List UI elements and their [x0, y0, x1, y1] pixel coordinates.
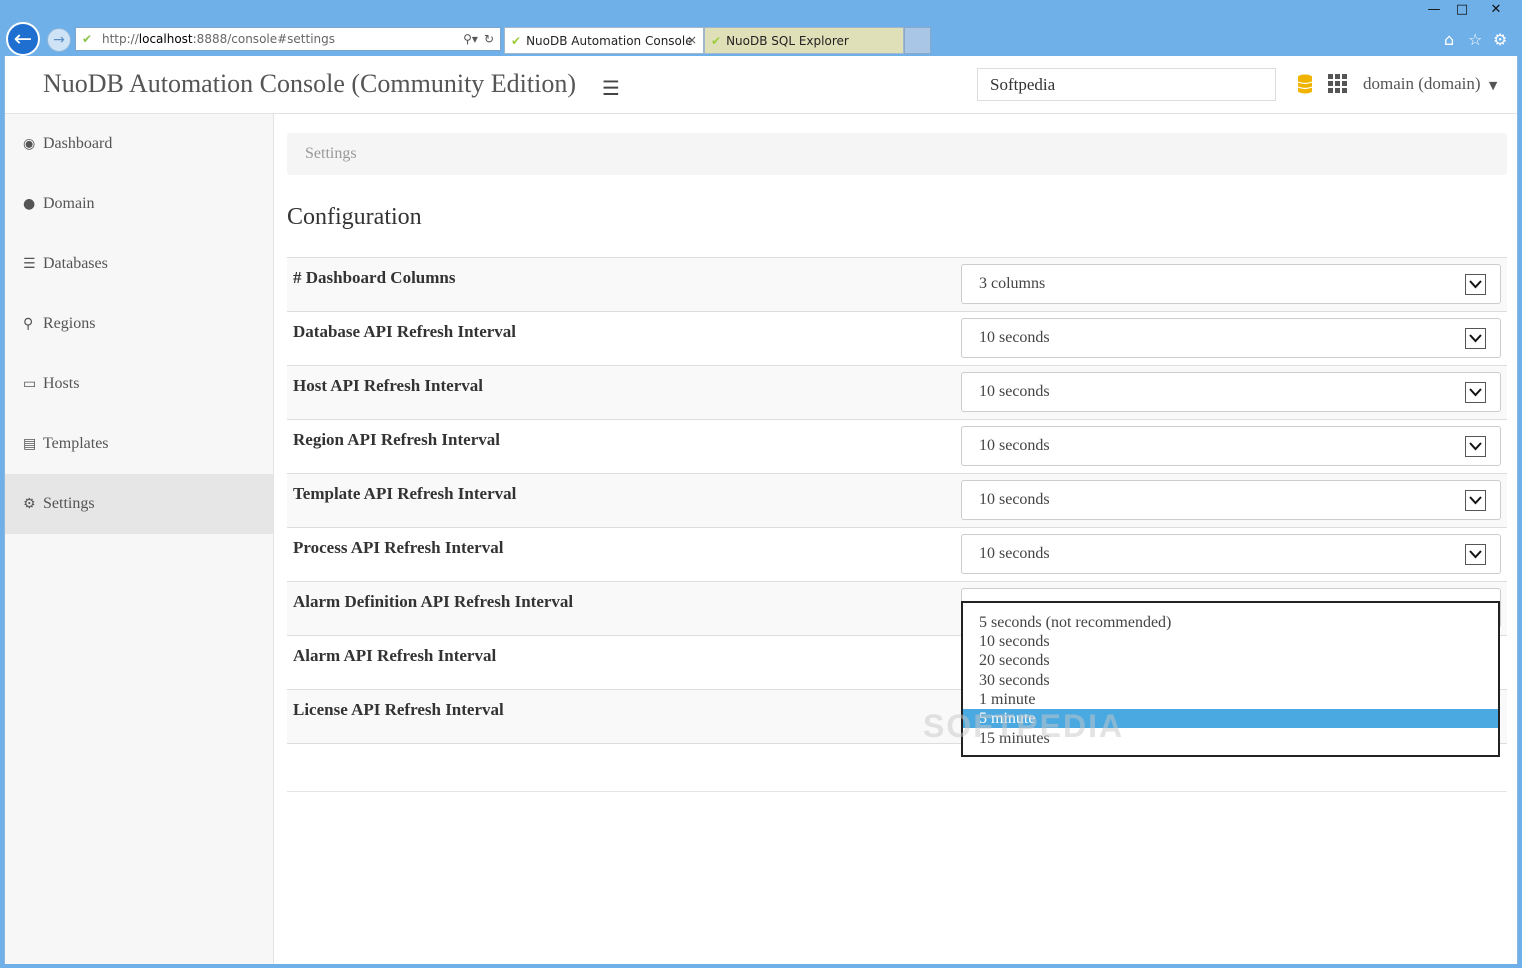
- sidebar-item-hosts[interactable]: ▭ Hosts: [5, 354, 273, 414]
- caret-down-icon: ▼: [1488, 79, 1498, 92]
- row-label: # Dashboard Columns: [293, 268, 456, 287]
- apps-grid-icon[interactable]: [1328, 74, 1348, 94]
- dropdown-option[interactable]: 20 seconds: [963, 651, 1498, 670]
- minimize-icon[interactable]: —: [1420, 2, 1448, 17]
- tab-automation-console[interactable]: ✔ NuoDB Automation Console ×: [504, 27, 704, 54]
- address-bar[interactable]: ✔ http://localhost:8888/console#settings…: [75, 27, 501, 51]
- row-label: Database API Refresh Interval: [293, 322, 517, 341]
- select-value: 10 seconds: [979, 491, 1050, 508]
- chevron-down-icon[interactable]: [1465, 436, 1486, 457]
- sidebar-item-label: Domain: [43, 195, 95, 212]
- row-label: Region API Refresh Interval: [293, 430, 500, 449]
- monitor-icon: ▭: [23, 376, 37, 392]
- sidebar-item-label: Hosts: [43, 375, 80, 392]
- sidebar-item-label: Regions: [43, 315, 96, 332]
- sidebar-item-label: Databases: [43, 255, 108, 272]
- top-navbar: NuoDB Automation Console (Community Edit…: [5, 56, 1517, 114]
- dropdown-option[interactable]: 1 minute: [963, 690, 1498, 709]
- sidebar: ◉ Dashboard ● Domain ☰ Databases ⚲ Regio…: [5, 114, 274, 964]
- dropdown-option[interactable]: 15 minutes: [963, 729, 1498, 748]
- table-row: Process API Refresh Interval 10 seconds: [287, 528, 1507, 582]
- sidebar-item-databases[interactable]: ☰ Databases: [5, 234, 273, 294]
- database-icon: ☰: [23, 256, 36, 272]
- new-tab-button[interactable]: [904, 27, 931, 54]
- dashboard-icon: ◉: [23, 136, 36, 152]
- domain-search-input[interactable]: [977, 68, 1276, 101]
- tab-close-icon[interactable]: ×: [687, 33, 697, 47]
- tab-title: NuoDB Automation Console: [526, 33, 693, 48]
- divider: [287, 791, 1507, 792]
- refresh-icon[interactable]: ↻: [484, 32, 494, 46]
- tab-favicon-icon: ✔: [711, 33, 722, 48]
- row-label: Host API Refresh Interval: [293, 376, 483, 395]
- chevron-down-icon[interactable]: [1465, 274, 1486, 295]
- dashboard-columns-select[interactable]: 3 columns: [961, 264, 1501, 304]
- sidebar-item-regions[interactable]: ⚲ Regions: [5, 294, 273, 354]
- select-value: 10 seconds: [979, 545, 1050, 562]
- database-refresh-select[interactable]: 10 seconds: [961, 318, 1501, 358]
- maximize-icon[interactable]: □: [1448, 2, 1476, 17]
- dropdown-option[interactable]: 10 seconds: [963, 632, 1498, 651]
- dropdown-option[interactable]: 5 seconds (not recommended): [963, 613, 1498, 632]
- gear-icon[interactable]: ⚙: [1493, 30, 1507, 49]
- refresh-interval-dropdown-list[interactable]: 5 seconds (not recommended) 10 seconds 2…: [961, 601, 1500, 757]
- chevron-down-icon[interactable]: [1465, 382, 1486, 403]
- browser-chrome: ← → ✔ http://localhost:8888/console#sett…: [0, 0, 1522, 56]
- select-value: 10 seconds: [979, 383, 1050, 400]
- dropdown-option[interactable]: 30 seconds: [963, 671, 1498, 690]
- star-icon[interactable]: ☆: [1468, 30, 1482, 49]
- back-arrow-icon[interactable]: ←: [6, 22, 40, 56]
- tab-sql-explorer[interactable]: ✔ NuoDB SQL Explorer: [704, 27, 904, 54]
- close-window-icon[interactable]: ✕: [1482, 2, 1510, 17]
- address-url[interactable]: http://localhost:8888/console#settings: [102, 32, 463, 46]
- chevron-down-icon[interactable]: [1465, 544, 1486, 565]
- table-row: Region API Refresh Interval 10 seconds: [287, 420, 1507, 474]
- table-row: # Dashboard Columns 3 columns: [287, 258, 1507, 312]
- table-row: Database API Refresh Interval 10 seconds: [287, 312, 1507, 366]
- domain-label: domain (domain): [1363, 74, 1481, 93]
- process-refresh-select[interactable]: 10 seconds: [961, 534, 1501, 574]
- site-favicon-icon: ✔: [82, 32, 93, 46]
- table-row: Host API Refresh Interval 10 seconds: [287, 366, 1507, 420]
- sidebar-item-label: Settings: [43, 495, 95, 512]
- sidebar-item-label: Templates: [43, 435, 109, 452]
- select-value: 10 seconds: [979, 437, 1050, 454]
- row-label: Process API Refresh Interval: [293, 538, 504, 557]
- select-value: 3 columns: [979, 275, 1046, 292]
- row-label: License API Refresh Interval: [293, 700, 504, 719]
- row-label: Alarm API Refresh Interval: [293, 646, 497, 665]
- dropdown-option-selected[interactable]: 5 minute: [963, 709, 1498, 728]
- sidebar-item-label: Dashboard: [43, 135, 113, 152]
- sidebar-item-settings[interactable]: ⚙ Settings: [5, 474, 273, 534]
- select-value: 10 seconds: [979, 329, 1050, 346]
- database-status-icon[interactable]: [1297, 74, 1313, 94]
- app-title[interactable]: NuoDB Automation Console (Community Edit…: [43, 69, 576, 99]
- tab-title: NuoDB SQL Explorer: [726, 33, 849, 48]
- map-marker-icon: ⚲: [23, 316, 34, 332]
- sidebar-item-domain[interactable]: ● Domain: [5, 174, 273, 234]
- tab-favicon-icon: ✔: [511, 33, 522, 48]
- region-refresh-select[interactable]: 10 seconds: [961, 426, 1501, 466]
- cog-icon: ⚙: [23, 496, 36, 512]
- chevron-down-icon[interactable]: [1465, 490, 1486, 511]
- hamburger-menu-icon[interactable]: ☰: [602, 76, 620, 100]
- row-label: Template API Refresh Interval: [293, 484, 517, 503]
- section-title: Configuration: [287, 204, 422, 230]
- forward-arrow-icon[interactable]: →: [47, 28, 71, 52]
- sidebar-item-dashboard[interactable]: ◉ Dashboard: [5, 114, 273, 174]
- page: NuoDB Automation Console (Community Edit…: [4, 56, 1518, 964]
- row-label: Alarm Definition API Refresh Interval: [293, 592, 574, 611]
- table-row: Template API Refresh Interval 10 seconds: [287, 474, 1507, 528]
- search-icon[interactable]: ⚲▾: [463, 32, 478, 46]
- globe-icon: ●: [23, 196, 36, 212]
- sidebar-item-templates[interactable]: ▤ Templates: [5, 414, 273, 474]
- template-refresh-select[interactable]: 10 seconds: [961, 480, 1501, 520]
- chevron-down-icon[interactable]: [1465, 328, 1486, 349]
- home-icon[interactable]: ⌂: [1444, 30, 1454, 49]
- domain-dropdown[interactable]: domain (domain) ▼: [1363, 74, 1497, 94]
- document-icon: ▤: [23, 436, 37, 452]
- breadcrumb: Settings: [287, 133, 1507, 175]
- host-refresh-select[interactable]: 10 seconds: [961, 372, 1501, 412]
